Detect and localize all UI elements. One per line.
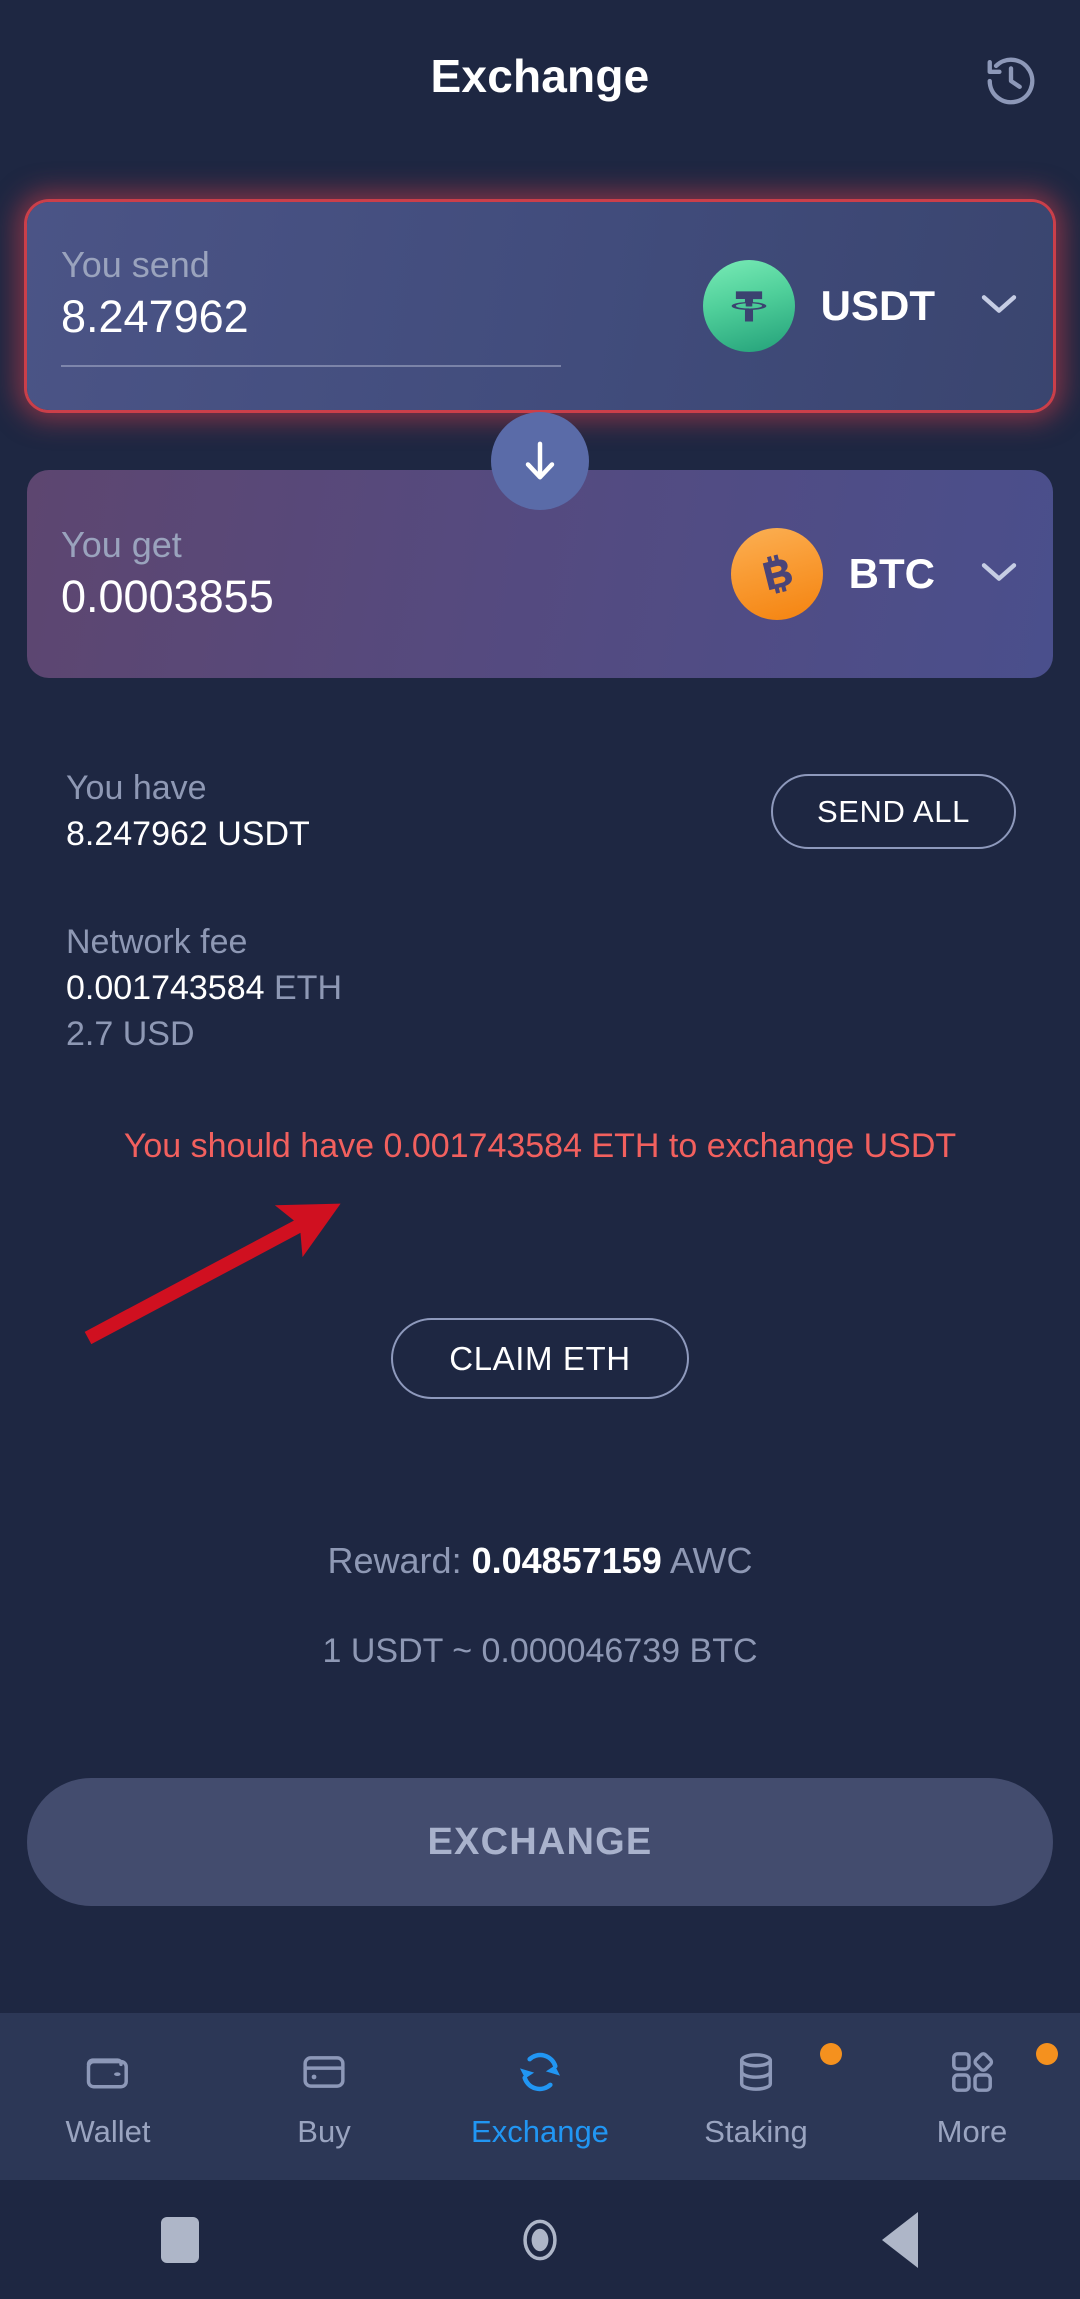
get-amount-area[interactable]: You get 0.0003855 <box>61 525 731 622</box>
network-fee-label: Network fee <box>66 923 248 961</box>
get-coin-selector[interactable]: BTC <box>730 528 1019 620</box>
error-message: You should have 0.001743584 ETH to excha… <box>123 1127 957 1165</box>
page-title: Exchange <box>430 50 650 102</box>
nav-label-buy: Buy <box>297 2113 351 2149</box>
reward-line: Reward: 0.04857159 AWC <box>0 1540 1080 1582</box>
nav-item-more[interactable]: More <box>864 2013 1080 2180</box>
recents-button[interactable] <box>0 2216 360 2263</box>
database-icon <box>728 2044 784 2100</box>
grid-icon <box>944 2044 1000 2100</box>
nav-label-exchange: Exchange <box>471 2113 609 2149</box>
triangle-back-icon <box>882 2211 918 2268</box>
bottom-navigation: Wallet Buy Exchange Staking More <box>0 2013 1080 2180</box>
android-system-bar <box>0 2180 1080 2299</box>
reward-value: 0.04857159 <box>471 1540 662 1581</box>
bitcoin-logo-icon <box>730 528 823 620</box>
network-fee-block: Network fee 0.001743584 ETH 2.7 USD <box>66 920 342 1058</box>
balance-value: 8.247962 USDT <box>66 814 310 853</box>
exchange-submit-button[interactable]: EXCHANGE <box>27 1778 1053 1906</box>
app-header: Exchange <box>0 0 1080 152</box>
balance-info: You have 8.247962 USDT <box>66 766 310 858</box>
send-coin-symbol: USDT <box>820 282 935 329</box>
circle-icon <box>523 2219 557 2260</box>
you-send-card[interactable]: You send 8.247962 USDT <box>27 202 1053 410</box>
network-fee-value-row: 0.001743584 ETH <box>66 966 342 1012</box>
send-all-button[interactable]: SEND ALL <box>771 774 1016 850</box>
home-button[interactable] <box>360 2212 720 2268</box>
send-amount-area[interactable]: You send 8.247962 <box>61 244 703 367</box>
nav-label-staking: Staking <box>704 2113 808 2149</box>
swap-direction-button[interactable] <box>491 412 589 510</box>
nav-item-staking[interactable]: Staking <box>648 2013 864 2180</box>
get-coin-symbol: BTC <box>848 550 935 597</box>
send-coin-selector[interactable]: USDT <box>702 260 1019 352</box>
nav-label-wallet: Wallet <box>65 2113 151 2149</box>
arrow-down-icon <box>525 441 555 480</box>
get-label: You get <box>61 524 182 566</box>
square-icon <box>161 2216 199 2263</box>
balance-label: You have <box>66 769 207 807</box>
reward-label: Reward: <box>327 1540 462 1581</box>
more-badge-dot <box>1036 2043 1058 2065</box>
wallet-icon <box>80 2044 136 2100</box>
chevron-down-icon[interactable] <box>935 559 1019 590</box>
refresh-icon <box>512 2044 568 2100</box>
card-icon <box>296 2044 352 2100</box>
app-screen: Exchange You send 8.247962 USDT You get … <box>0 0 1080 2299</box>
send-input-underline <box>61 364 561 367</box>
claim-eth-button[interactable]: CLAIM ETH <box>391 1318 689 1399</box>
claim-button-wrap: CLAIM ETH <box>0 1318 1080 1399</box>
history-icon[interactable] <box>978 48 1044 114</box>
balance-row: You have 8.247962 USDT SEND ALL <box>66 766 1016 858</box>
send-label: You send <box>61 244 210 286</box>
staking-badge-dot <box>820 2043 842 2065</box>
reward-unit: AWC <box>669 1540 753 1581</box>
back-button[interactable] <box>720 2211 1080 2268</box>
get-amount-value[interactable]: 0.0003855 <box>61 571 731 623</box>
chevron-down-icon[interactable] <box>935 291 1019 322</box>
nav-item-wallet[interactable]: Wallet <box>0 2013 216 2180</box>
network-fee-amount: 0.001743584 <box>66 968 265 1007</box>
network-fee-fiat: 2.7 USD <box>66 1014 195 1053</box>
send-amount-input[interactable]: 8.247962 <box>61 291 703 343</box>
nav-item-exchange[interactable]: Exchange <box>432 2013 648 2180</box>
nav-label-more: More <box>936 2113 1008 2149</box>
exchange-rate-line: 1 USDT ~ 0.000046739 BTC <box>322 1632 758 1670</box>
nav-item-buy[interactable]: Buy <box>216 2013 432 2180</box>
tether-logo-icon <box>702 260 795 352</box>
network-fee-unit: ETH <box>274 968 342 1007</box>
